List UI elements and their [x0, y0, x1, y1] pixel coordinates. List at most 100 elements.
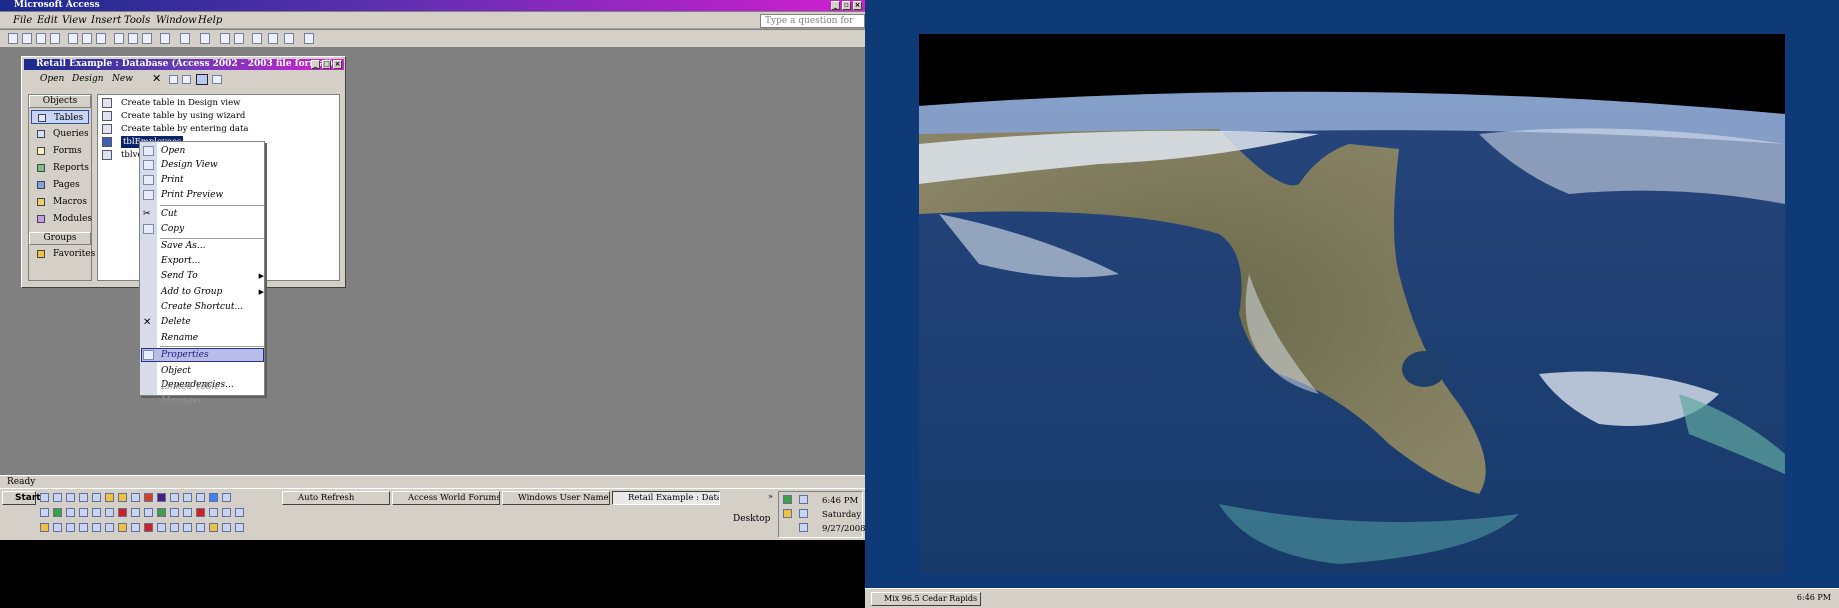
quick-launch-icon[interactable]	[40, 493, 49, 502]
objects-header[interactable]: Objects	[29, 95, 91, 108]
menu-item-open[interactable]: Open	[161, 144, 261, 158]
properties-icon[interactable]	[252, 33, 262, 44]
db-minimize-button[interactable]: _	[311, 60, 320, 69]
quick-launch-icon[interactable]	[170, 508, 179, 517]
db-maximize-button[interactable]: □	[322, 60, 331, 69]
tray-icon[interactable]	[799, 523, 808, 532]
tray-icon[interactable]	[783, 509, 792, 518]
delete-icon[interactable]: ✕	[152, 72, 161, 85]
tray-time[interactable]: 6:46 PM	[822, 496, 858, 506]
cut-icon[interactable]	[114, 33, 124, 44]
quick-launch-icon[interactable]	[131, 508, 140, 517]
menu-item-design-view[interactable]: Design View	[161, 158, 261, 172]
quick-launch-icon[interactable]	[209, 523, 218, 532]
menu-tools[interactable]: Tools	[124, 15, 150, 26]
quick-launch-icon[interactable]	[40, 523, 49, 532]
new-icon[interactable]	[8, 33, 18, 44]
menu-item-create-shortcut[interactable]: Create Shortcut...	[161, 300, 261, 314]
menu-item-cut[interactable]: Cut	[161, 207, 261, 221]
task-access-world-forums[interactable]: Access World Forums ...	[392, 491, 500, 505]
quick-launch-icon[interactable]	[209, 508, 218, 517]
quick-launch-icon[interactable]	[66, 493, 75, 502]
quick-launch-icon[interactable]	[105, 508, 114, 517]
menu-window[interactable]: Window	[156, 15, 197, 26]
second-monitor-time[interactable]: 6:46 PM	[1797, 593, 1831, 602]
spelling-icon[interactable]	[96, 33, 106, 44]
quick-launch-icon[interactable]	[105, 523, 114, 532]
menu-item-copy[interactable]: Copy	[161, 222, 261, 236]
object-macros[interactable]: Macros	[31, 195, 89, 209]
help-icon[interactable]	[304, 33, 314, 44]
menu-item-delete[interactable]: Delete	[161, 315, 261, 329]
quick-launch-icon[interactable]	[170, 523, 179, 532]
menu-edit[interactable]: Edit	[37, 15, 58, 26]
print-icon[interactable]	[68, 33, 78, 44]
menu-item-send-to[interactable]: Send To ▶	[161, 269, 264, 283]
quick-launch-icon[interactable]	[79, 493, 88, 502]
list-item[interactable]: Create table by using wizard	[121, 110, 245, 122]
list-view-icon[interactable]	[196, 74, 208, 85]
quick-launch-icon[interactable]	[235, 508, 244, 517]
minimize-button[interactable]: _	[831, 1, 840, 10]
db-new-button[interactable]: New	[100, 74, 133, 84]
quick-launch-icon[interactable]	[144, 508, 153, 517]
menu-help[interactable]: Help	[198, 15, 222, 26]
group-favorites[interactable]: Favorites	[31, 247, 95, 261]
object-forms[interactable]: Forms	[31, 144, 89, 158]
quick-launch-icon[interactable]	[222, 523, 231, 532]
quick-launch-icon[interactable]	[131, 493, 140, 502]
quick-launch-icon[interactable]	[118, 508, 127, 517]
task-mix-radio[interactable]: Mix 96.5 Cedar Rapids - W...	[871, 592, 981, 606]
quick-launch-icon[interactable]	[118, 523, 127, 532]
quick-launch-icon[interactable]	[235, 523, 244, 532]
small-icons-icon[interactable]	[182, 75, 191, 84]
menu-item-print-preview[interactable]: Print Preview	[161, 188, 261, 202]
undo-icon[interactable]	[160, 33, 170, 44]
menu-item-save-as[interactable]: Save As...	[161, 239, 261, 253]
quick-launch-icon[interactable]	[144, 523, 153, 532]
office-links-icon[interactable]	[180, 33, 190, 44]
quick-launch-icon[interactable]	[131, 523, 140, 532]
object-pages[interactable]: Pages	[31, 178, 89, 192]
chevron-right-icon[interactable]: »	[768, 492, 773, 501]
desktop-toolbar-label[interactable]: Desktop	[733, 514, 770, 524]
quick-launch-icon[interactable]	[222, 508, 231, 517]
large-icons-icon[interactable]	[169, 75, 178, 84]
quick-launch-icon[interactable]	[92, 493, 101, 502]
menu-item-add-to-group[interactable]: Add to Group ▶	[161, 285, 264, 299]
quick-launch-icon[interactable]	[92, 523, 101, 532]
quick-launch-icon[interactable]	[66, 508, 75, 517]
quick-launch-icon[interactable]	[170, 493, 179, 502]
quick-launch-icon[interactable]	[40, 508, 49, 517]
code-icon[interactable]	[220, 33, 230, 44]
list-item[interactable]: Create table in Design view	[121, 97, 240, 109]
relationships-icon[interactable]	[268, 33, 278, 44]
quick-launch-icon[interactable]	[196, 493, 205, 502]
db-close-button[interactable]: ×	[333, 60, 342, 69]
save-icon[interactable]	[36, 33, 46, 44]
quick-launch-icon[interactable]	[157, 508, 166, 517]
menu-insert[interactable]: Insert	[91, 15, 121, 26]
list-item[interactable]: Create table by entering data	[121, 123, 248, 135]
quick-launch-icon[interactable]	[157, 493, 166, 502]
print-preview-icon[interactable]	[82, 33, 92, 44]
menu-item-export[interactable]: Export...	[161, 254, 261, 268]
quick-launch-icon[interactable]	[196, 523, 205, 532]
ie-icon[interactable]	[209, 493, 218, 502]
folder-icon[interactable]	[118, 493, 127, 502]
copy-icon[interactable]	[128, 33, 138, 44]
paste-icon[interactable]	[142, 33, 152, 44]
object-reports[interactable]: Reports	[31, 161, 89, 175]
object-queries[interactable]: Queries	[31, 127, 89, 141]
object-tables[interactable]: Tables	[31, 110, 89, 124]
start-button[interactable]: Start	[2, 491, 41, 505]
tray-icon[interactable]	[783, 495, 792, 504]
task-retail-example[interactable]: Retail Example : Datab...	[612, 491, 720, 505]
open-icon[interactable]	[22, 33, 32, 44]
quick-launch-icon[interactable]	[183, 493, 192, 502]
quick-launch-icon[interactable]	[144, 493, 153, 502]
task-auto-refresh[interactable]: Auto Refresh	[282, 491, 390, 505]
menu-item-print[interactable]: Print	[161, 173, 261, 187]
tray-icon[interactable]	[799, 509, 808, 518]
close-button[interactable]: ×	[853, 1, 862, 10]
